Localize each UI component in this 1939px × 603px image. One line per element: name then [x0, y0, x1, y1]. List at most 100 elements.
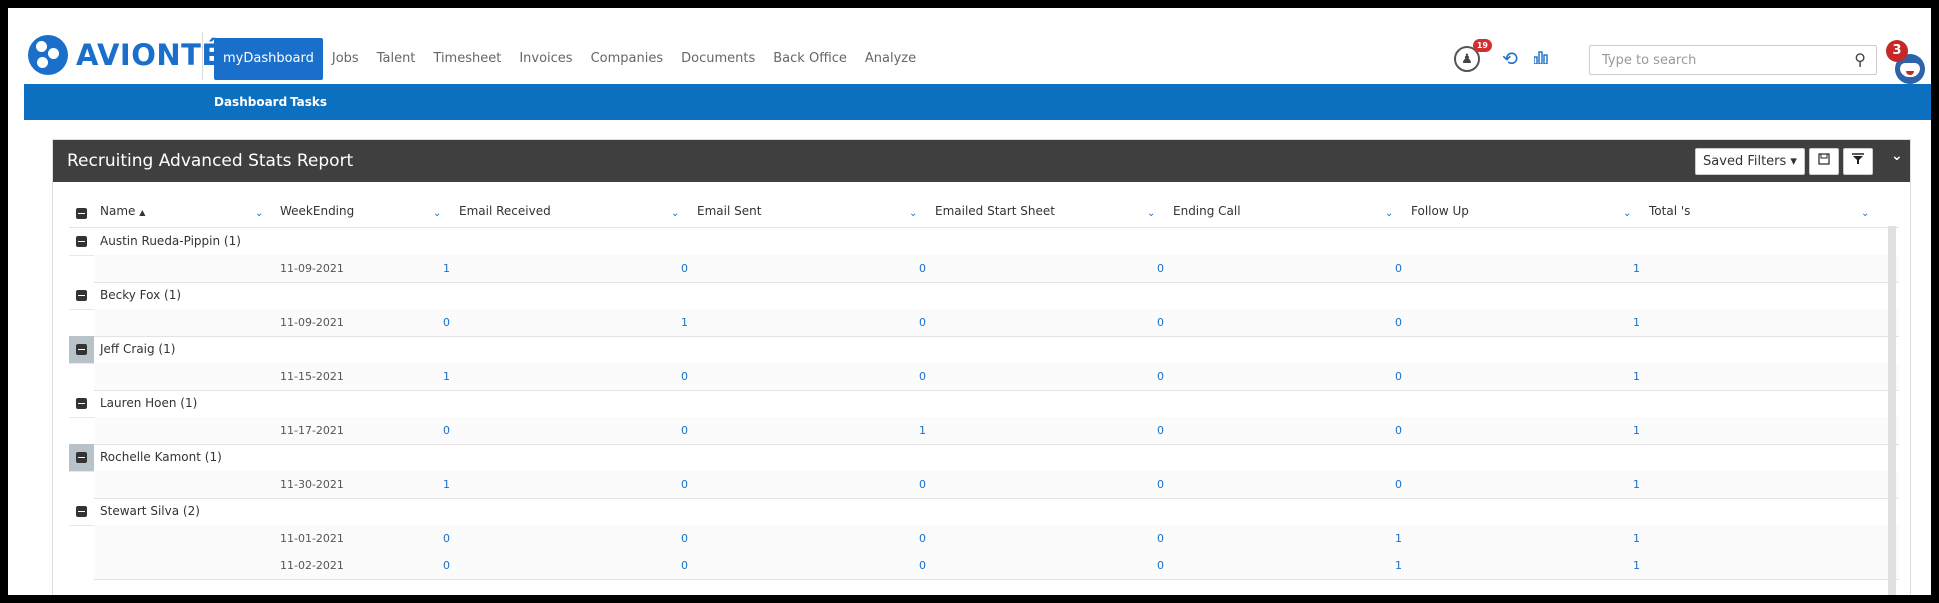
stat-value-link[interactable]: 1 — [443, 262, 450, 275]
stat-value-link[interactable]: 0 — [1395, 316, 1402, 329]
col-header-email-sent[interactable]: Email Sent — [697, 204, 761, 218]
group-collapse-icon[interactable] — [69, 498, 94, 525]
col-header-emailed-start-sheet[interactable]: Emailed Start Sheet — [935, 204, 1055, 218]
table-row[interactable]: 11-15-2021 1 0 0 0 0 1 — [94, 363, 1899, 391]
col-menu-chevron-icon[interactable]: ⌄ — [909, 208, 917, 219]
avionte-logo[interactable]: AVIONTÉ — [28, 34, 222, 76]
subnav-tasks[interactable]: Tasks — [290, 84, 327, 120]
col-menu-chevron-icon[interactable]: ⌄ — [1385, 208, 1393, 219]
col-header-name[interactable]: Name ▲ — [100, 204, 145, 218]
group-collapse-icon[interactable] — [69, 444, 94, 471]
stat-value-link[interactable]: 1 — [1395, 559, 1402, 572]
nav-back-office[interactable]: Back Office — [764, 38, 856, 80]
search-input[interactable] — [1600, 46, 1844, 74]
filter-icon[interactable] — [1843, 148, 1873, 175]
stat-value-link[interactable]: 0 — [919, 559, 926, 572]
group-collapse-icon[interactable] — [69, 282, 94, 309]
group-row[interactable]: Rochelle Kamont (1) — [69, 444, 1899, 472]
stat-value-link[interactable]: 1 — [1633, 559, 1640, 572]
group-row[interactable]: Jeff Craig (1) — [69, 336, 1899, 364]
stat-value-link[interactable]: 0 — [681, 370, 688, 383]
stat-value-link[interactable]: 0 — [443, 559, 450, 572]
col-header-follow-up[interactable]: Follow Up — [1411, 204, 1469, 218]
table-row[interactable]: 11-17-2021 0 0 1 0 0 1 — [94, 417, 1899, 445]
stat-value-link[interactable]: 0 — [681, 532, 688, 545]
stat-value-link[interactable]: 0 — [919, 316, 926, 329]
nav-companies[interactable]: Companies — [582, 38, 673, 80]
col-header-totals[interactable]: Total 's — [1649, 204, 1690, 218]
nav-timesheet[interactable]: Timesheet — [424, 38, 510, 80]
table-row[interactable]: 11-30-2021 1 0 0 0 0 1 — [94, 471, 1899, 499]
vertical-scrollbar[interactable] — [1888, 226, 1896, 595]
stat-value-link[interactable]: 0 — [919, 478, 926, 491]
stat-value-link[interactable]: 1 — [1633, 262, 1640, 275]
stat-value-link[interactable]: 0 — [681, 478, 688, 491]
stat-value-link[interactable]: 0 — [919, 532, 926, 545]
collapse-all-icon[interactable] — [76, 208, 87, 219]
subnav-dashboard[interactable]: Dashboard — [214, 84, 287, 120]
stat-value-link[interactable]: 1 — [443, 370, 450, 383]
stat-value-link[interactable]: 0 — [1395, 262, 1402, 275]
table-row[interactable]: 11-09-2021 0 1 0 0 0 1 — [94, 309, 1899, 337]
save-icon[interactable] — [1809, 148, 1839, 175]
group-row[interactable]: Stewart Silva (2) — [69, 498, 1899, 526]
stat-value-link[interactable]: 1 — [919, 424, 926, 437]
refresh-icon[interactable]: ⟲ — [1502, 48, 1518, 70]
stat-value-link[interactable]: 0 — [443, 316, 450, 329]
col-menu-chevron-icon[interactable]: ⌄ — [1623, 208, 1631, 219]
stat-value-link[interactable]: 0 — [1157, 424, 1164, 437]
group-collapse-icon[interactable] — [69, 228, 94, 255]
stat-value-link[interactable]: 1 — [443, 478, 450, 491]
col-menu-chevron-icon[interactable]: ⌄ — [255, 208, 263, 219]
stat-value-link[interactable]: 0 — [681, 262, 688, 275]
col-menu-chevron-icon[interactable]: ⌄ — [1861, 208, 1869, 219]
col-header-ending-call[interactable]: Ending Call — [1173, 204, 1241, 218]
col-header-email-received[interactable]: Email Received — [459, 204, 551, 218]
stat-value-link[interactable]: 1 — [1633, 316, 1640, 329]
stat-value-link[interactable]: 0 — [1157, 478, 1164, 491]
search-icon[interactable]: ⚲ — [1854, 50, 1866, 69]
stat-value-link[interactable]: 0 — [1157, 316, 1164, 329]
table-row[interactable]: 11-09-2021 1 0 0 0 0 1 — [94, 255, 1899, 283]
bar-chart-icon[interactable] — [1533, 50, 1548, 68]
stat-value-link[interactable]: 0 — [681, 424, 688, 437]
col-header-weekending[interactable]: WeekEnding — [280, 204, 354, 218]
stat-value-link[interactable]: 0 — [1157, 370, 1164, 383]
saved-filters-button[interactable]: Saved Filters ▾ — [1695, 148, 1805, 175]
table-row[interactable]: 11-02-2021 0 0 0 0 1 1 — [94, 552, 1899, 580]
stat-value-link[interactable]: 0 — [681, 559, 688, 572]
stat-value-link[interactable]: 1 — [1633, 370, 1640, 383]
group-row[interactable]: Lauren Hoen (1) — [69, 390, 1899, 418]
nav-invoices[interactable]: Invoices — [510, 38, 581, 80]
stat-value-link[interactable]: 1 — [1633, 532, 1640, 545]
stat-value-link[interactable]: 0 — [443, 424, 450, 437]
stat-value-link[interactable]: 1 — [681, 316, 688, 329]
stat-value-link[interactable]: 1 — [1633, 478, 1640, 491]
stat-value-link[interactable]: 0 — [1157, 559, 1164, 572]
group-row[interactable]: Becky Fox (1) — [69, 282, 1899, 310]
stat-value-link[interactable]: 0 — [1157, 532, 1164, 545]
nav-talent[interactable]: Talent — [368, 38, 425, 80]
stat-value-link[interactable]: 0 — [1157, 262, 1164, 275]
stat-value-link[interactable]: 0 — [1395, 424, 1402, 437]
stat-value-link[interactable]: 1 — [1395, 532, 1402, 545]
user-notifications-icon[interactable]: ♟ 19 — [1454, 39, 1492, 72]
nav-documents[interactable]: Documents — [672, 38, 764, 80]
stat-value-link[interactable]: 0 — [919, 262, 926, 275]
table-row[interactable]: 11-01-2021 0 0 0 0 1 1 — [94, 525, 1899, 553]
stat-value-link[interactable]: 0 — [1395, 370, 1402, 383]
col-menu-chevron-icon[interactable]: ⌄ — [1147, 208, 1155, 219]
group-collapse-icon[interactable] — [69, 390, 94, 417]
stat-value-link[interactable]: 0 — [919, 370, 926, 383]
nav-analyze[interactable]: Analyze — [856, 38, 925, 80]
group-collapse-icon[interactable] — [69, 336, 94, 363]
nav-jobs[interactable]: Jobs — [323, 38, 368, 80]
stat-value-link[interactable]: 0 — [1395, 478, 1402, 491]
stat-value-link[interactable]: 1 — [1633, 424, 1640, 437]
stat-value-link[interactable]: 0 — [443, 532, 450, 545]
nav-mydashboard[interactable]: myDashboard — [214, 38, 323, 80]
col-menu-chevron-icon[interactable]: ⌄ — [671, 208, 679, 219]
col-menu-chevron-icon[interactable]: ⌄ — [433, 208, 441, 219]
group-row[interactable]: Austin Rueda-Pippin (1) — [69, 228, 1899, 256]
collapse-chevron-icon[interactable]: ⌄ — [1891, 148, 1903, 164]
